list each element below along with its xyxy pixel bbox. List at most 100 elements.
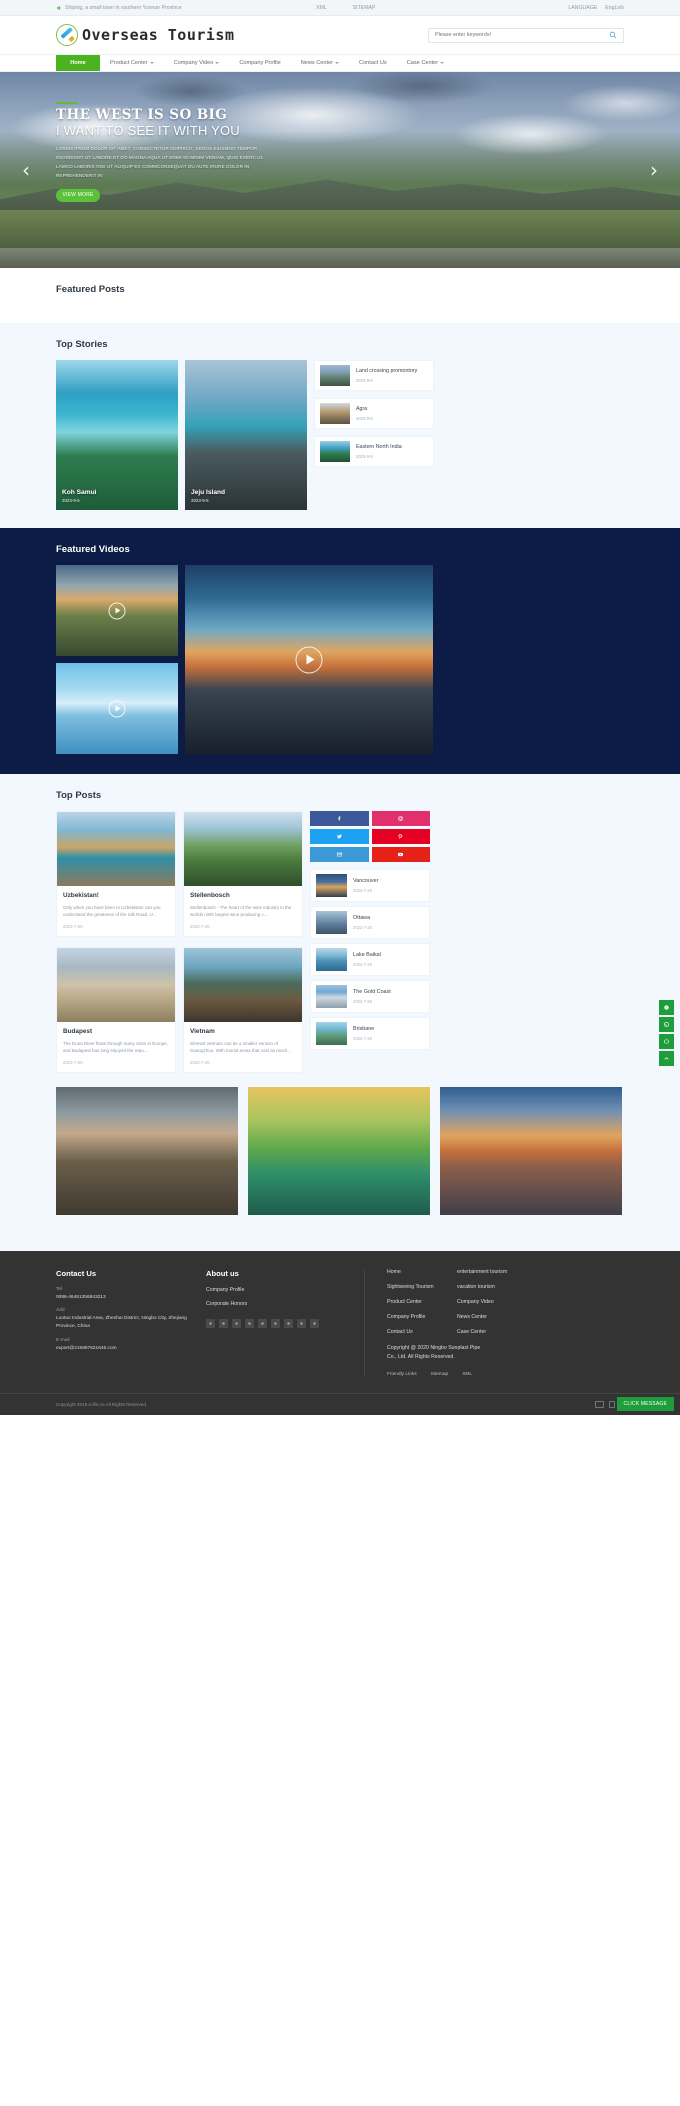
- nav-item-news-center[interactable]: News Center: [291, 55, 349, 71]
- footer-bottom-link[interactable]: Friendly Links: [387, 1372, 417, 1377]
- location-icon[interactable]: [297, 1318, 306, 1328]
- email-icon[interactable]: [310, 1318, 319, 1328]
- top-story-feature[interactable]: Koh Samui 2023-9-5: [56, 360, 178, 510]
- sidebar-item-date: 2022-7-20: [353, 1036, 373, 1041]
- footer-address-value: Luotuo Industrial Area, Zhenhai District…: [56, 1316, 187, 1330]
- top-story-thumbnail: [320, 441, 350, 462]
- top-bar-xml-link[interactable]: XML: [316, 5, 327, 11]
- hero-banner: THE WEST IS SO BIG I WANT TO SEE IT WITH…: [0, 72, 680, 268]
- top-story-date: 2023-9-5: [191, 498, 209, 503]
- email-icon[interactable]: [310, 847, 369, 862]
- twitter-icon[interactable]: [219, 1318, 228, 1328]
- hero-next-arrow[interactable]: ›: [650, 160, 658, 180]
- gallery-green-hills-sunburst[interactable]: [248, 1086, 430, 1215]
- desktop-view-icon[interactable]: [595, 1400, 604, 1408]
- nav-item-contact-us[interactable]: Contact Us: [349, 55, 397, 71]
- wechat-icon[interactable]: [659, 1034, 674, 1049]
- search-input[interactable]: [435, 32, 609, 38]
- top-story-title: Jeju Island: [191, 489, 226, 496]
- chevron-down-icon: [335, 62, 340, 64]
- footer-copyright-line1: Copyright @ 2020 Ningbo Sunplast Pipe: [387, 1344, 481, 1351]
- top-posts-sidebar-item[interactable]: Vancouver 2022-7-20: [310, 869, 430, 902]
- top-story-feature[interactable]: Jeju Island 2023-9-5: [185, 360, 307, 510]
- twitter-icon[interactable]: [310, 829, 369, 844]
- top-post-title: Budapest: [63, 1027, 93, 1035]
- top-posts-sidebar-item[interactable]: Brisbane 2022-7-20: [310, 1017, 430, 1050]
- tablet-view-icon[interactable]: [609, 1400, 615, 1408]
- top-posts-sidebar-item[interactable]: The Gold Coast 2022-7-20: [310, 980, 430, 1013]
- footer-link[interactable]: Product Center: [387, 1299, 457, 1305]
- top-story-list-item[interactable]: Land crossing promontory 2023-9-5: [314, 360, 434, 391]
- video-thumb-seaside[interactable]: [56, 663, 178, 754]
- linkedin-icon[interactable]: [232, 1318, 241, 1328]
- chevron-down-icon: [149, 62, 154, 64]
- floating-contact-bar: S: [659, 1000, 674, 1066]
- top-bar-sitemap-link[interactable]: SITEMAP: [353, 5, 376, 11]
- top-post-excerpt: Only when you have been to Uzbekistan ca…: [63, 905, 161, 918]
- footer-link[interactable]: Home: [387, 1269, 457, 1275]
- footer-about-link[interactable]: Corporate Honors: [206, 1301, 336, 1307]
- play-icon[interactable]: [295, 646, 323, 673]
- facebook-icon[interactable]: [206, 1318, 215, 1328]
- nav-item-case-center[interactable]: Case Center: [397, 55, 454, 71]
- top-story-list-date: 2023-9-5: [356, 415, 373, 421]
- top-story-list-item[interactable]: Agra 2023-9-5: [314, 398, 434, 429]
- pinterest-icon[interactable]: [371, 829, 430, 844]
- nav-item-label: Home: [70, 60, 86, 66]
- footer-link[interactable]: Case Center: [457, 1329, 577, 1335]
- top-story-thumbnail: [320, 403, 350, 424]
- video-main[interactable]: [185, 565, 433, 754]
- facebook-icon[interactable]: [310, 811, 369, 826]
- footer-about-link[interactable]: Company Profile: [206, 1287, 336, 1293]
- top-post-excerpt: The Duna River flows through many cities…: [63, 1040, 169, 1054]
- top-post-date: 2022-7-20: [63, 923, 83, 929]
- hero-prev-arrow[interactable]: ‹: [22, 160, 30, 180]
- instagram-icon[interactable]: [371, 811, 430, 826]
- hero-view-more-button[interactable]: VIEW MORE: [56, 188, 100, 202]
- footer-link[interactable]: News Center: [457, 1314, 577, 1320]
- footer-link[interactable]: vacation tourism: [457, 1284, 577, 1290]
- footer-link[interactable]: Company Video: [457, 1299, 577, 1305]
- footer-link[interactable]: Company Profile: [387, 1314, 457, 1320]
- instagram-icon[interactable]: [271, 1318, 280, 1328]
- top-post-card[interactable]: Vietnam Shrewd Vietnam can be a smaller v…: [183, 946, 303, 1073]
- sidebar-thumbnail: [316, 985, 347, 1008]
- whatsapp-icon[interactable]: [659, 1017, 674, 1032]
- top-story-list-title: Agra: [356, 406, 368, 413]
- click-message-button[interactable]: CLICK MESSAGE: [616, 1396, 674, 1411]
- play-icon[interactable]: [108, 700, 126, 717]
- video-thumb-valley[interactable]: [56, 565, 178, 656]
- top-bar-news: Shiping, a small town in southern Yunnan…: [56, 5, 306, 11]
- skype-icon[interactable]: [245, 1318, 254, 1328]
- footer-bottom-link[interactable]: XML: [462, 1372, 472, 1377]
- footer-bottom-link[interactable]: Sitemap: [431, 1372, 449, 1377]
- gallery-ocean-sunset[interactable]: [440, 1086, 622, 1215]
- youtube-icon[interactable]: [284, 1318, 293, 1328]
- youtube-icon[interactable]: [371, 847, 430, 862]
- back-to-top-icon[interactable]: [659, 1051, 674, 1066]
- search-icon[interactable]: [609, 31, 617, 39]
- footer-link[interactable]: Sightseeing Tourism: [387, 1284, 457, 1290]
- page-root: Shiping, a small town in southern Yunnan…: [0, 0, 680, 1415]
- skype-icon[interactable]: S: [659, 1000, 674, 1015]
- search-box[interactable]: [428, 27, 624, 43]
- top-posts-sidebar-item[interactable]: Lake Baikal 2022-7-20: [310, 943, 430, 976]
- top-posts-sidebar-item[interactable]: Ottawa 2022-7-20: [310, 906, 430, 939]
- nav-item-home[interactable]: Home: [56, 55, 100, 71]
- footer-link[interactable]: entertainment tourism: [457, 1269, 577, 1275]
- site-logo[interactable]: Overseas Tourism: [56, 24, 235, 46]
- footer-email-label: E-mail: [56, 1337, 70, 1343]
- top-post-card[interactable]: Budapest The Duna River flows through man…: [56, 946, 176, 1073]
- play-icon[interactable]: [108, 602, 126, 619]
- nav-item-product-center[interactable]: Product Center: [100, 55, 164, 71]
- top-story-list-item[interactable]: Eastern North India 2023-9-5: [314, 436, 434, 467]
- nav-item-company-video[interactable]: Company Video: [164, 55, 230, 71]
- gallery-bench-by-the-sea[interactable]: [56, 1086, 238, 1215]
- top-post-card[interactable]: Uzbekistan! Only when you have been to Uz…: [56, 811, 176, 937]
- sidebar-item-title: The Gold Coast: [353, 989, 391, 995]
- footer-link[interactable]: Contact Us: [387, 1329, 457, 1335]
- top-post-card[interactable]: Stellenbosch Stellenbosch - The heart of …: [183, 811, 303, 937]
- language-value[interactable]: EngLish: [605, 5, 624, 11]
- nav-item-company-profile[interactable]: Company Profile: [229, 55, 290, 71]
- pinterest-icon[interactable]: [258, 1318, 267, 1328]
